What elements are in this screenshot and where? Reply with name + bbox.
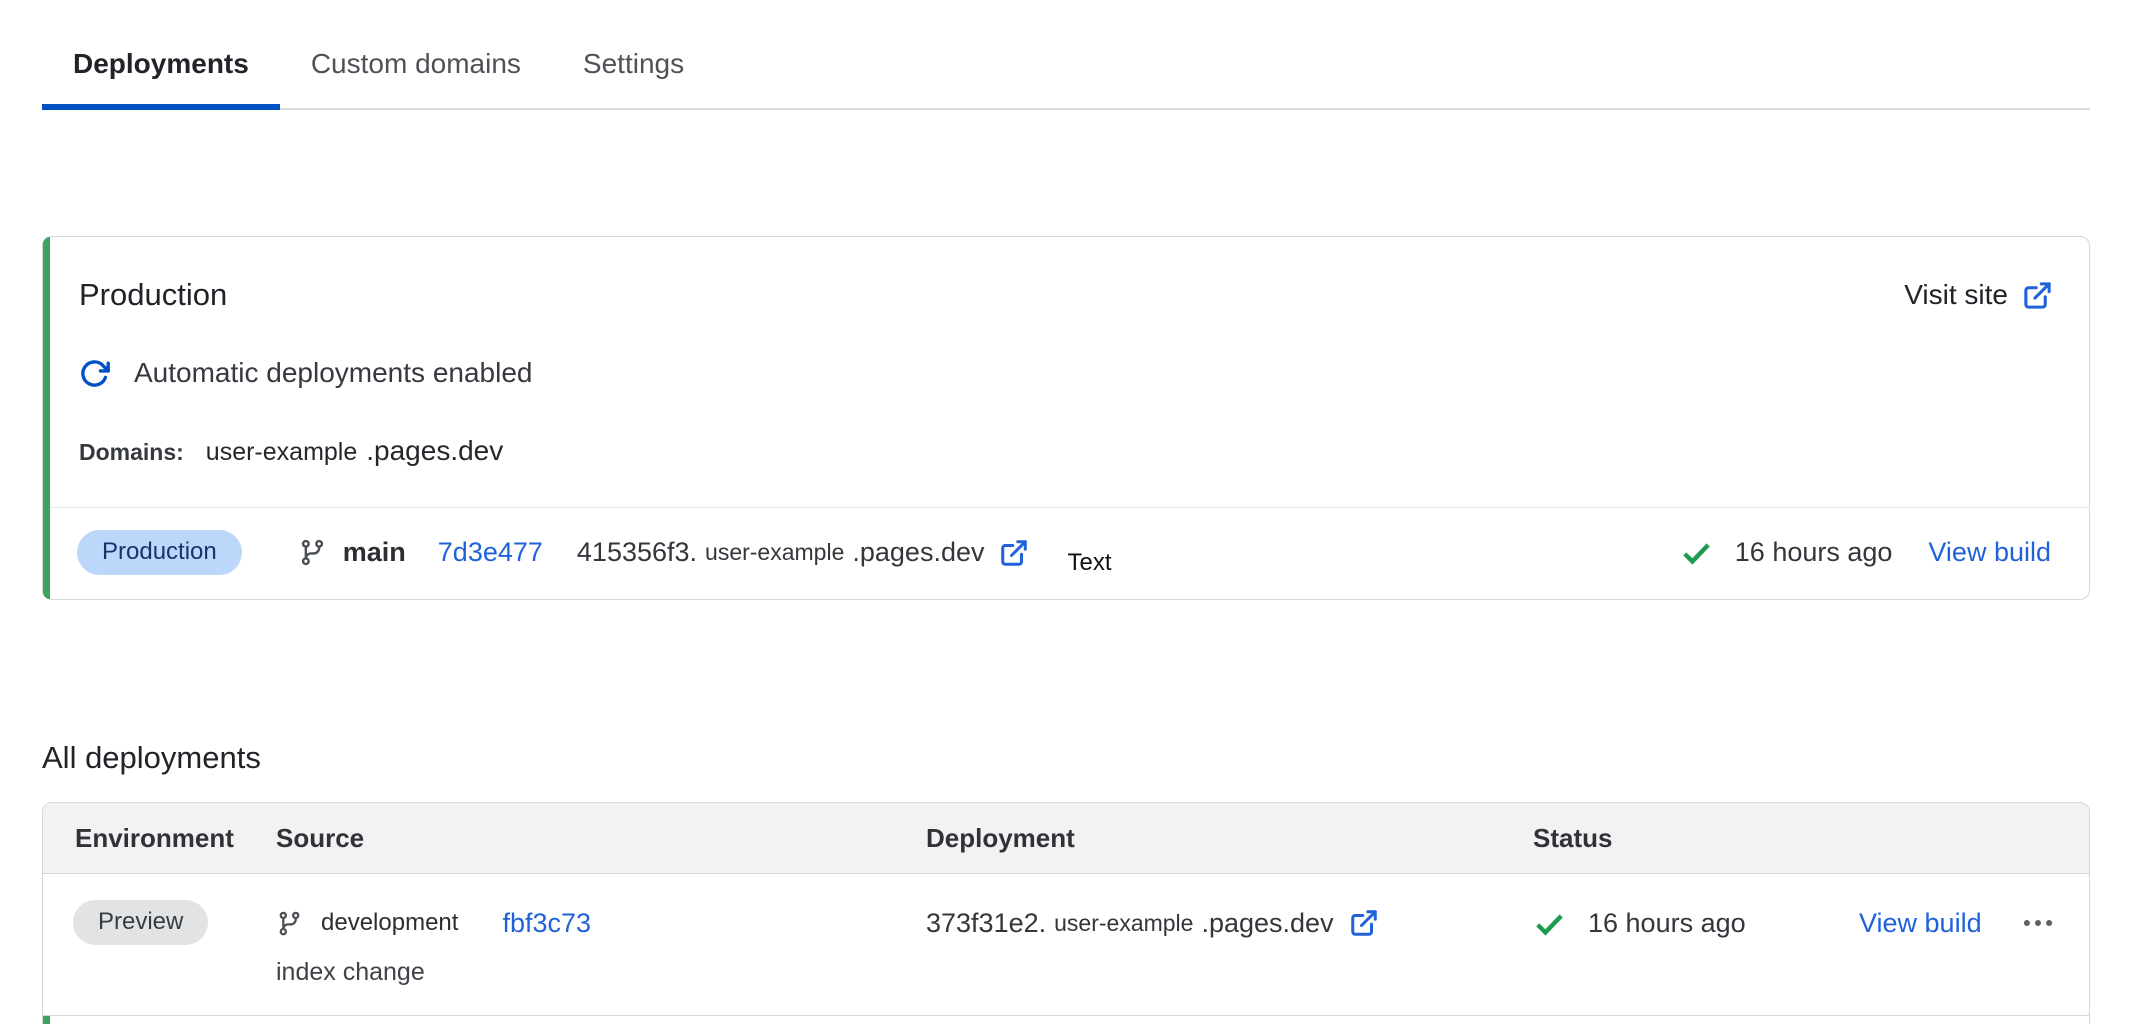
branch-name: development [321, 909, 458, 937]
deployment-url-prefix: 415356f3. [577, 537, 697, 568]
deployment-url[interactable]: 373f31e2. user-example .pages.dev [926, 900, 1533, 946]
git-branch-icon [298, 538, 327, 567]
visit-site-label: Visit site [1904, 279, 2008, 311]
table-row: Preview development fbf3c73 index change… [43, 874, 2089, 1016]
commit-link[interactable]: 7d3e477 [438, 537, 543, 568]
table-header-row: Environment Source Deployment Status [43, 803, 2089, 874]
deploy-time: 16 hours ago [1588, 908, 1746, 939]
production-title: Production [79, 277, 227, 313]
production-row-status: 16 hours ago View build [1680, 536, 2051, 569]
commit-note: Text [1067, 549, 1111, 577]
row-source-cell: development fbf3c73 index change [276, 900, 926, 1015]
automatic-deployments-text: Automatic deployments enabled [134, 357, 532, 389]
row-environment-cell: Preview [43, 900, 276, 945]
deployment-url-prefix: 373f31e2. [926, 908, 1046, 939]
production-green-indicator [43, 237, 50, 599]
source-line: development fbf3c73 [276, 900, 926, 946]
tab-deployments[interactable]: Deployments [42, 24, 280, 108]
production-card-header: Production Visit site [79, 277, 2053, 313]
next-row-peek [43, 1016, 2089, 1024]
external-link-icon [2022, 280, 2053, 311]
tab-settings[interactable]: Settings [552, 24, 715, 108]
tab-custom-domains[interactable]: Custom domains [280, 24, 552, 108]
production-deployment-row: Production main 7d3e477 415356f3. user-e… [43, 507, 2089, 599]
preview-env-badge: Preview [73, 900, 208, 945]
deployments-page: Deployments Custom domains Settings Prod… [0, 24, 2132, 1024]
check-icon [1680, 536, 1713, 569]
view-build-link[interactable]: View build [1928, 537, 2051, 568]
column-header-environment: Environment [43, 823, 276, 854]
row-deployment-cell: 373f31e2. user-example .pages.dev [926, 900, 1533, 946]
row-view-build-cell: View build [1823, 900, 2020, 946]
column-header-status: Status [1533, 823, 1823, 854]
check-icon [1533, 907, 1566, 940]
domain-project-name: user-example [206, 438, 357, 467]
deployment-url-project: user-example [705, 539, 844, 566]
external-link-icon [999, 538, 1029, 568]
deployment-url-suffix: .pages.dev [852, 537, 984, 568]
deployment-url-suffix: .pages.dev [1201, 908, 1333, 939]
view-build-link[interactable]: View build [1859, 908, 1982, 939]
deployment-url[interactable]: 415356f3. user-example .pages.dev [577, 537, 1030, 568]
deployment-url-project: user-example [1054, 910, 1193, 937]
domains-row: Domains: user-example .pages.dev [79, 435, 2053, 467]
deployments-table: Environment Source Deployment Status Pre… [42, 802, 2090, 1024]
commit-link[interactable]: fbf3c73 [502, 908, 591, 939]
all-deployments-heading: All deployments [42, 740, 2090, 776]
branch-name: main [343, 537, 406, 568]
domain-suffix: .pages.dev [366, 435, 503, 467]
row-more-cell [2020, 900, 2089, 946]
tab-bar: Deployments Custom domains Settings [42, 24, 2090, 110]
more-options-icon[interactable] [2020, 905, 2056, 941]
production-green-indicator [43, 1016, 50, 1024]
visit-site-link[interactable]: Visit site [1904, 279, 2053, 311]
commit-message: index change [276, 958, 926, 1015]
production-card: Production Visit site Automatic deployme… [42, 236, 2090, 600]
git-branch-icon [276, 910, 303, 937]
row-status-cell: 16 hours ago [1533, 900, 1823, 946]
domains-label: Domains: [79, 439, 184, 466]
column-header-deployment: Deployment [926, 823, 1533, 854]
column-header-source: Source [276, 823, 926, 854]
automatic-deployments-row: Automatic deployments enabled [79, 357, 2053, 389]
production-env-badge: Production [77, 530, 242, 575]
deploy-time: 16 hours ago [1735, 537, 1893, 568]
refresh-icon [79, 358, 110, 389]
external-link-icon [1349, 908, 1379, 938]
git-source-group: main 7d3e477 [298, 537, 543, 568]
